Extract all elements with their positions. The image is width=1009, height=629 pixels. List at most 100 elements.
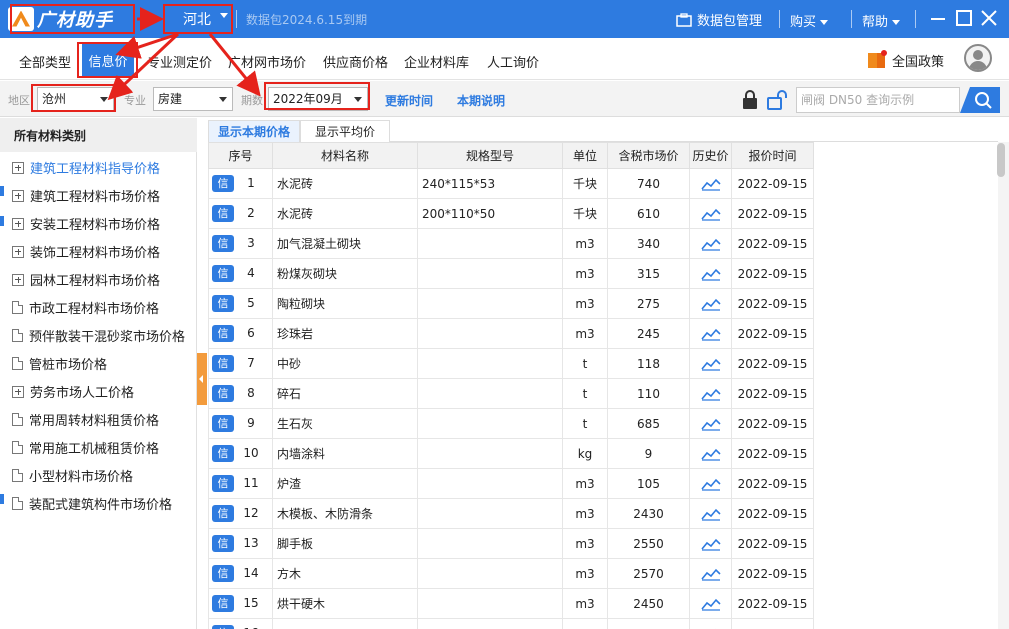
chevron-down-icon[interactable] xyxy=(140,11,154,25)
plus-box-icon[interactable] xyxy=(12,189,24,202)
table-row[interactable]: 信 8 碎石 t 110 2022-09-15 xyxy=(208,378,814,409)
info-badge[interactable]: 信 xyxy=(212,415,234,432)
trend-chart-icon[interactable] xyxy=(700,207,721,221)
unlock-icon[interactable] xyxy=(767,90,789,110)
plus-box-icon[interactable] xyxy=(12,161,24,174)
plus-box-icon[interactable] xyxy=(12,273,24,286)
info-badge[interactable]: 信 xyxy=(212,175,234,192)
nav-labor-inquiry[interactable]: 人工询价 xyxy=(487,52,539,71)
plus-box-icon[interactable] xyxy=(12,385,24,398)
table-row[interactable]: 信 2 水泥砖 200*110*50 千块 610 2022-09-15 xyxy=(208,198,814,229)
col-header-date[interactable]: 报价时间 xyxy=(731,142,814,169)
trend-chart-icon[interactable] xyxy=(700,567,721,581)
table-row[interactable]: 信 13 脚手板 m3 2550 2022-09-15 xyxy=(208,528,814,559)
plus-box-icon[interactable] xyxy=(12,245,24,258)
trend-chart-icon[interactable] xyxy=(700,237,721,251)
trend-chart-icon[interactable] xyxy=(700,297,721,311)
col-header-name[interactable]: 材料名称 xyxy=(272,142,418,169)
trend-chart-icon[interactable] xyxy=(700,177,721,191)
document-icon[interactable] xyxy=(12,357,23,370)
trend-chart-icon[interactable] xyxy=(700,267,721,281)
table-row[interactable]: 信 1 水泥砖 240*115*53 千块 740 2022-09-15 xyxy=(208,168,814,199)
document-icon[interactable] xyxy=(12,413,23,426)
nav-enterprise-library[interactable]: 企业材料库 xyxy=(404,52,469,71)
table-row[interactable]: 信 6 珍珠岩 m3 245 2022-09-15 xyxy=(208,318,814,349)
nav-market-price[interactable]: 广材网市场价 xyxy=(228,52,306,71)
nav-all-types[interactable]: 全部类型 xyxy=(19,52,71,71)
sidebar-item[interactable]: 劳务市场人工价格 xyxy=(12,382,134,401)
sidebar-item[interactable]: 常用施工机械租赁价格 xyxy=(12,438,159,457)
update-time-button[interactable]: 更新时间 xyxy=(385,92,433,109)
collapse-sidebar-button[interactable] xyxy=(197,353,207,405)
trend-chart-icon[interactable] xyxy=(700,417,721,431)
sidebar-item[interactable]: 建筑工程材料指导价格 xyxy=(12,158,160,177)
info-badge[interactable]: 信 xyxy=(212,295,234,312)
sidebar-item[interactable]: 安装工程材料市场价格 xyxy=(12,214,160,233)
info-badge[interactable]: 信 xyxy=(212,475,234,492)
sidebar-item[interactable]: 建筑工程材料市场价格 xyxy=(12,186,160,205)
maximize-icon[interactable] xyxy=(954,8,974,28)
sidebar-item[interactable]: 园林工程材料市场价格 xyxy=(12,270,160,289)
table-row[interactable]: 信16 xyxy=(208,618,814,629)
major-select[interactable]: 房建 xyxy=(153,87,233,111)
trend-chart-icon[interactable] xyxy=(700,327,721,341)
table-row[interactable]: 信 4 粉煤灰砌块 m3 315 2022-09-15 xyxy=(208,258,814,289)
close-icon[interactable] xyxy=(979,8,999,28)
info-badge[interactable]: 信 xyxy=(212,325,234,342)
info-badge[interactable]: 信 xyxy=(212,265,234,282)
col-header-unit[interactable]: 单位 xyxy=(562,142,608,169)
package-manage-button[interactable]: 数据包管理 xyxy=(676,10,762,29)
info-badge[interactable]: 信 xyxy=(212,385,234,402)
tab-current-price[interactable]: 显示本期价格 xyxy=(208,120,300,142)
info-badge[interactable]: 信 xyxy=(212,625,234,629)
trend-chart-icon[interactable] xyxy=(700,387,721,401)
minimize-icon[interactable] xyxy=(928,8,948,28)
table-row[interactable]: 信 12 木模板、木防滑条 m3 2430 2022-09-15 xyxy=(208,498,814,529)
info-badge[interactable]: 信 xyxy=(212,505,234,522)
tab-average-price[interactable]: 显示平均价 xyxy=(300,120,390,142)
table-row[interactable]: 信 5 陶粒砌块 m3 275 2022-09-15 xyxy=(208,288,814,319)
info-badge[interactable]: 信 xyxy=(212,205,234,222)
trend-chart-icon[interactable] xyxy=(700,597,721,611)
sidebar-item[interactable]: 管桩市场价格 xyxy=(12,354,107,373)
info-badge[interactable]: 信 xyxy=(212,235,234,252)
search-input[interactable]: 闸阀 DN50 查询示例 xyxy=(796,87,960,113)
trend-chart-icon[interactable] xyxy=(700,507,721,521)
trend-chart-icon[interactable] xyxy=(700,537,721,551)
table-row[interactable]: 信 7 中砂 t 118 2022-09-15 xyxy=(208,348,814,379)
document-icon[interactable] xyxy=(12,329,23,342)
info-badge[interactable]: 信 xyxy=(212,535,234,552)
table-row[interactable]: 信 15 烘干硬木 m3 2450 2022-09-15 xyxy=(208,588,814,619)
col-header-price[interactable]: 含税市场价 xyxy=(607,142,690,169)
nav-supplier-price[interactable]: 供应商价格 xyxy=(323,52,388,71)
scrollbar-thumb[interactable] xyxy=(997,143,1005,177)
sidebar-item[interactable]: 预伴散装干混砂浆市场价格 xyxy=(12,326,185,345)
table-row[interactable]: 信 9 生石灰 t 685 2022-09-15 xyxy=(208,408,814,439)
info-badge[interactable]: 信 xyxy=(212,445,234,462)
col-header-history[interactable]: 历史价 xyxy=(689,142,732,169)
document-icon[interactable] xyxy=(12,469,23,482)
vertical-scrollbar[interactable] xyxy=(998,142,1009,629)
table-row[interactable]: 信 14 方木 m3 2570 2022-09-15 xyxy=(208,558,814,589)
info-badge[interactable]: 信 xyxy=(212,355,234,372)
info-badge[interactable]: 信 xyxy=(212,565,234,582)
table-row[interactable]: 信 3 加气混凝土砌块 m3 340 2022-09-15 xyxy=(208,228,814,259)
trend-chart-icon[interactable] xyxy=(700,447,721,461)
buy-menu[interactable]: 购买 xyxy=(790,11,829,30)
table-row[interactable]: 信 10 内墙涂料 kg 9 2022-09-15 xyxy=(208,438,814,469)
help-menu[interactable]: 帮助 xyxy=(862,11,901,30)
sidebar-item[interactable]: 装饰工程材料市场价格 xyxy=(12,242,160,261)
user-avatar[interactable] xyxy=(964,44,992,72)
sidebar-item[interactable]: 常用周转材料租赁价格 xyxy=(12,410,159,429)
col-header-spec[interactable]: 规格型号 xyxy=(417,142,563,169)
document-icon[interactable] xyxy=(12,441,23,454)
trend-chart-icon[interactable] xyxy=(700,477,721,491)
info-badge[interactable]: 信 xyxy=(212,595,234,612)
sidebar-item[interactable]: 市政工程材料市场价格 xyxy=(12,298,159,317)
document-icon[interactable] xyxy=(12,301,23,314)
period-note-button[interactable]: 本期说明 xyxy=(457,92,505,109)
col-header-no[interactable]: 序号 xyxy=(208,142,273,169)
trend-chart-icon[interactable] xyxy=(700,357,721,371)
nav-professional-price[interactable]: 专业测定价 xyxy=(147,52,212,71)
sidebar-item[interactable]: 小型材料市场价格 xyxy=(12,466,133,485)
